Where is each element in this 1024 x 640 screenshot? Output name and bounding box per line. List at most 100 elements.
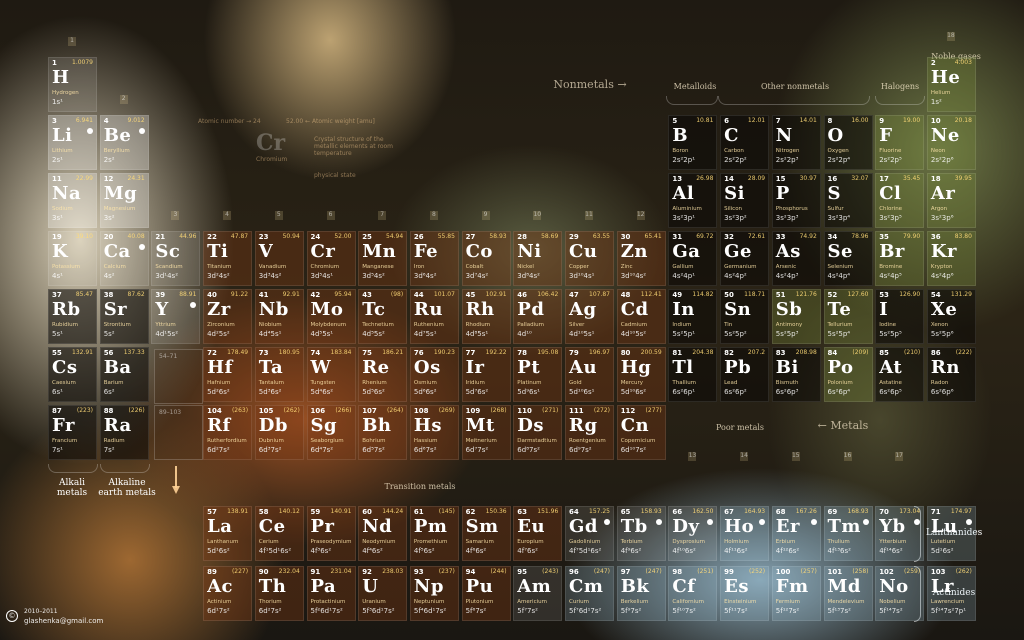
element-sm[interactable]: 62 150.36 Sm Samarium 4f⁶6s² (461, 506, 511, 561)
element-sc[interactable]: 21 44.96 Sc Scandium 3d¹4s² (151, 231, 201, 286)
element-rh[interactable]: 45 102.91 Rh Rhodium 4d⁸5s¹ (461, 289, 511, 344)
element-ce[interactable]: 58 140.12 Ce Cerium 4f¹5d¹6s² (254, 506, 304, 561)
element-dy[interactable]: 66 162.50 Dy Dysprosium 4f¹⁰6s² (668, 506, 718, 561)
element-ba[interactable]: 56 137.33 Ba Barium 6s² (99, 347, 149, 402)
element-se[interactable]: 34 78.96 Se Selenium 4s²4p⁴ (823, 231, 873, 286)
element-hf[interactable]: 72 178.49 Hf Hafnium 5d²6s² (203, 347, 253, 402)
element-s[interactable]: 16 32.07 S Sulfur 3s²3p⁴ (823, 173, 873, 228)
element-ni[interactable]: 28 58.69 Ni Nickel 3d⁸4s² (513, 231, 563, 286)
element-cu[interactable]: 29 63.55 Cu Copper 3d¹⁰4s¹ (565, 231, 614, 286)
element-ac[interactable]: 89 (227) Ac Actinium 6d¹7s² (203, 566, 253, 621)
element-cd[interactable]: 48 112.41 Cd Cadmium 4d¹⁰5s² (616, 289, 666, 344)
element-ge[interactable]: 32 72.61 Ge Germanium 4s²4p² (720, 231, 770, 286)
element-li[interactable]: 3 6.941 Li Lithium 2s¹ (48, 115, 97, 170)
element-fr[interactable]: 87 (223) Fr Francium 7s¹ (48, 405, 97, 460)
element-zr[interactable]: 40 91.22 Zr Zirconium 4d²5s² (203, 289, 253, 344)
element-pb[interactable]: 82 207.2 Pb Lead 6s²6p² (720, 347, 770, 402)
element-mg[interactable]: 12 24.31 Mg Magnesium 3s² (99, 173, 149, 228)
element-w[interactable]: 74 183.84 W Tungsten 5d⁴6s² (306, 347, 356, 402)
element-pa[interactable]: 91 231.04 Pa Protactinium 5f²6d¹7s² (306, 566, 356, 621)
element-c[interactable]: 6 12.01 C Carbon 2s²2p² (720, 115, 770, 170)
element-sb[interactable]: 51 121.76 Sb Antimony 5s²5p³ (771, 289, 821, 344)
element-ti[interactable]: 22 47.87 Ti Titanium 3d²4s² (203, 231, 253, 286)
element-gd[interactable]: 64 157.25 Gd Gadolinium 4f⁷5d¹6s² (565, 506, 614, 561)
element-xe[interactable]: 54 131.29 Xe Xenon 5s²5p⁶ (926, 289, 976, 344)
element-bk[interactable]: 97 (247) Bk Berkelium 5f⁹7s² (616, 566, 666, 621)
element-nb[interactable]: 41 92.91 Nb Niobium 4d⁴5s¹ (254, 289, 304, 344)
element-be[interactable]: 4 9.012 Be Beryllium 2s² (99, 115, 149, 170)
element-rg[interactable]: 111 (272) Rg Roentgenium 6d⁹7s² (565, 405, 614, 460)
element-o[interactable]: 8 16.00 O Oxygen 2s²2p⁴ (823, 115, 873, 170)
element-th[interactable]: 90 232.04 Th Thorium 6d²7s² (254, 566, 304, 621)
element-tm[interactable]: 69 168.93 Tm Thulium 4f¹³6s² (823, 506, 873, 561)
element-rf[interactable]: 104 (263) Rf Rutherfordium 6d²7s² (203, 405, 253, 460)
element-as[interactable]: 33 74.92 As Arsenic 4s²4p³ (771, 231, 821, 286)
element-re[interactable]: 75 186.21 Re Rhenium 5d⁵6s² (358, 347, 408, 402)
element-ga[interactable]: 31 69.72 Ga Gallium 4s²4p¹ (668, 231, 718, 286)
element-ag[interactable]: 47 107.87 Ag Silver 4d¹⁰5s¹ (565, 289, 614, 344)
element-b[interactable]: 5 10.81 B Boron 2s²2p¹ (668, 115, 718, 170)
element-cs[interactable]: 55 132.91 Cs Caesium 6s¹ (48, 347, 97, 402)
element-er[interactable]: 68 167.26 Er Erbium 4f¹²6s² (771, 506, 821, 561)
element-pt[interactable]: 78 195.08 Pt Platinum 5d⁹6s¹ (513, 347, 563, 402)
element-mt[interactable]: 109 (268) Mt Meitnerium 6d⁷7s² (461, 405, 511, 460)
element-hs[interactable]: 108 (269) Hs Hassium 6d⁶7s² (409, 405, 459, 460)
element-rn[interactable]: 86 (222) Rn Radon 6s²6p⁶ (926, 347, 976, 402)
element-na[interactable]: 11 22.99 Na Sodium 3s¹ (48, 173, 97, 228)
element-db[interactable]: 105 (262) Db Dubnium 6d³7s² (254, 405, 304, 460)
element-fe[interactable]: 26 55.85 Fe Iron 3d⁶4s² (409, 231, 459, 286)
element-tc[interactable]: 43 (98) Tc Technetium 4d⁵5s² (358, 289, 408, 344)
element-yb[interactable]: 70 173.04 Yb Ytterbium 4f¹⁴6s² (875, 506, 925, 561)
element-no[interactable]: 102 (259) No Nobelium 5f¹⁴7s² (875, 566, 925, 621)
element-sr[interactable]: 38 87.62 Sr Strontium 5s² (99, 289, 149, 344)
element-k[interactable]: 19 39.10 K Potassium 4s¹ (48, 231, 97, 286)
element-cm[interactable]: 96 (247) Cm Curium 5f⁷6d¹7s² (565, 566, 614, 621)
element-cn[interactable]: 112 (277) Cn Copernicium 6d¹⁰7s² (616, 405, 666, 460)
element-la[interactable]: 57 138.91 La Lanthanum 5d¹6s² (203, 506, 253, 561)
element-cf[interactable]: 98 (251) Cf Californium 5f¹⁰7s² (668, 566, 718, 621)
element-kr[interactable]: 36 83.80 Kr Krypton 4s²4p⁶ (926, 231, 976, 286)
element-am[interactable]: 95 (243) Am Americium 5f⁷7s² (513, 566, 563, 621)
element-tl[interactable]: 81 204.38 Tl Thallium 6s²6p¹ (668, 347, 718, 402)
element-md[interactable]: 101 (258) Md Mendelevium 5f¹³7s² (823, 566, 873, 621)
element-tb[interactable]: 65 158.93 Tb Terbium 4f⁹6s² (616, 506, 666, 561)
element-ru[interactable]: 44 101.07 Ru Ruthenium 4d⁷5s¹ (409, 289, 459, 344)
element-ra[interactable]: 88 (226) Ra Radium 7s² (99, 405, 149, 460)
element-at[interactable]: 85 (210) At Astatine 6s²6p⁵ (875, 347, 925, 402)
element-mn[interactable]: 25 54.94 Mn Manganese 3d⁵4s² (358, 231, 408, 286)
element-f[interactable]: 9 19.00 F Fluorine 2s²2p⁵ (875, 115, 925, 170)
element-pd[interactable]: 46 106.42 Pd Palladium 4d¹⁰ (513, 289, 563, 344)
element-sg[interactable]: 106 (266) Sg Seaborgium 6d⁴7s² (306, 405, 356, 460)
element-pu[interactable]: 94 (244) Pu Plutonium 5f⁶7s² (461, 566, 511, 621)
element-n[interactable]: 7 14.01 N Nitrogen 2s²2p³ (771, 115, 821, 170)
element-u[interactable]: 92 238.03 U Uranium 5f³6d¹7s² (358, 566, 408, 621)
element-h[interactable]: 1 1.0079 H Hydrogen 1s¹ (48, 57, 97, 112)
element-bh[interactable]: 107 (264) Bh Bohrium 6d⁵7s² (358, 405, 408, 460)
element-al[interactable]: 13 26.98 Al Aluminium 3s²3p¹ (668, 173, 718, 228)
element-bi[interactable]: 83 208.98 Bi Bismuth 6s²6p³ (771, 347, 821, 402)
element-ir[interactable]: 77 192.22 Ir Iridium 5d⁷6s² (461, 347, 511, 402)
element-te[interactable]: 52 127.60 Te Tellurium 5s²5p⁴ (823, 289, 873, 344)
element-cr[interactable]: 24 52.00 Cr Chromium 3d⁵4s¹ (306, 231, 356, 286)
element-he[interactable]: 2 4.003 He Helium 1s² (926, 57, 976, 112)
element-ne[interactable]: 10 20.18 Ne Neon 2s²2p⁶ (926, 115, 976, 170)
element-in[interactable]: 49 114.82 In Indium 5s²5p¹ (668, 289, 718, 344)
element-pr[interactable]: 59 140.91 Pr Praseodymium 4f³6s² (306, 506, 356, 561)
element-eu[interactable]: 63 151.96 Eu Europium 4f⁷6s² (513, 506, 563, 561)
element-br[interactable]: 35 79.90 Br Bromine 4s²4p⁵ (875, 231, 925, 286)
element-hg[interactable]: 80 200.59 Hg Mercury 5d¹⁰6s² (616, 347, 666, 402)
element-po[interactable]: 84 (209) Po Polonium 6s²6p⁴ (823, 347, 873, 402)
element-es[interactable]: 99 (252) Es Einsteinium 5f¹¹7s² (720, 566, 770, 621)
element-au[interactable]: 79 196.97 Au Gold 5d¹⁰6s¹ (565, 347, 614, 402)
element-fm[interactable]: 100 (257) Fm Fermium 5f¹²7s² (771, 566, 821, 621)
element-p[interactable]: 15 30.97 P Phosphorus 3s²3p³ (771, 173, 821, 228)
element-cl[interactable]: 17 35.45 Cl Chlorine 3s²3p⁵ (875, 173, 925, 228)
element-rb[interactable]: 37 85.47 Rb Rubidium 5s¹ (48, 289, 97, 344)
element-nd[interactable]: 60 144.24 Nd Neodymium 4f⁴6s² (358, 506, 408, 561)
element-sn[interactable]: 50 118.71 Sn Tin 5s²5p² (720, 289, 770, 344)
element-ca[interactable]: 20 40.08 Ca Calcium 4s² (99, 231, 149, 286)
element-ho[interactable]: 67 164.93 Ho Holmium 4f¹¹6s² (720, 506, 770, 561)
element-lr[interactable]: 103 (262) Lr Lawrencium 5f¹⁴7s²7p¹ (926, 566, 976, 621)
element-co[interactable]: 27 58.93 Co Cobalt 3d⁷4s² (461, 231, 511, 286)
element-i[interactable]: 53 126.90 I Iodine 5s²5p⁵ (875, 289, 925, 344)
